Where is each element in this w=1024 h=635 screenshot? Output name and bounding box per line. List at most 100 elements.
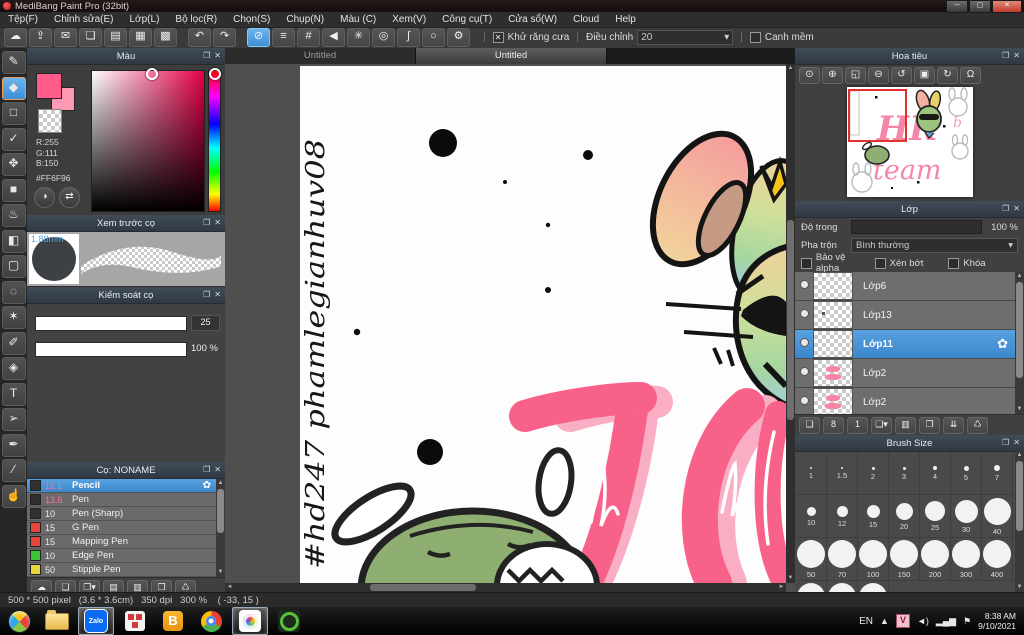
start-button[interactable] [2,608,36,634]
document-button[interactable]: ▤ [104,28,127,47]
move-tool[interactable]: ✥ [1,153,26,176]
palette-icon[interactable]: ◑ [34,187,55,208]
select-tool[interactable]: ▢ [1,255,26,278]
fill-rect-tool[interactable]: ■ [1,178,26,202]
no-correction-button[interactable]: ⊘ [247,28,270,47]
document-tab[interactable]: Untitled [225,48,416,64]
magic-wand-tool[interactable]: ✶ [1,306,26,329]
eraser-tool[interactable]: ◆ [1,76,26,100]
cross-ruler-button[interactable]: # [297,28,320,47]
add-layer-folder-button[interactable]: ❏▾ [871,416,892,434]
layer-settings-icon[interactable]: ✿ [997,336,1008,352]
text-tool[interactable]: T [1,382,26,406]
popout-icon[interactable]: ❐ [203,215,210,231]
merge-layer-button[interactable]: ⇊ [943,416,964,434]
b-app-button[interactable]: B [156,608,190,634]
close-icon[interactable]: ✕ [214,215,221,231]
document-tab[interactable]: Untitled [416,48,607,64]
popout-icon[interactable]: ❐ [203,48,210,64]
parallel-ruler-button[interactable]: ≡ [272,28,295,47]
material-button[interactable]: ▦ [129,28,152,47]
note-button[interactable]: ❏ [79,28,102,47]
lock-button[interactable]: Ω [960,66,981,84]
language-indicator[interactable]: EN [859,616,873,627]
brush-stipple-pen[interactable]: 50 Stipple Pen ✿ [27,563,225,577]
brush-size-cell[interactable]: 12 [827,495,858,538]
popout-icon[interactable]: ❐ [203,287,210,303]
scroll-left-icon[interactable]: ◄ [225,583,234,592]
chrome-button[interactable] [194,608,228,634]
brush-size-scrollbar[interactable]: ▲ ▼ [1015,451,1024,592]
zoom-actual-button[interactable]: ⊙ [799,66,820,84]
minimize-button[interactable]: ─ [946,0,968,13]
brush-size-cell[interactable] [858,581,889,592]
menu-item[interactable]: Chụp(N) [278,12,332,27]
canvas-horizontal-scrollbar[interactable]: ◄ ► [225,583,786,592]
close-icon[interactable]: ✕ [1013,48,1020,64]
explorer-button[interactable] [40,608,74,634]
layer-list-scrollbar[interactable]: ▲ ▼ [1015,272,1024,414]
artwork-canvas[interactable]: #hd247 phamlegianhuv08 [225,64,786,583]
menu-item[interactable]: Cửa sổ(W) [500,12,565,27]
reset-rotation-button[interactable]: ▣ [914,66,935,84]
zoom-out-button[interactable]: ⊖ [868,66,889,84]
popout-icon[interactable]: ❐ [1002,201,1009,217]
brush-size-header[interactable]: Brush Size ❐ ✕ [795,435,1024,452]
brush-size-cell[interactable]: 1.5 [827,452,858,495]
add-layer-button[interactable]: ❏ [799,416,820,434]
brush-size-cell[interactable]: 40 [982,495,1013,538]
brush-edge-pen[interactable]: 10 Edge Pen ✿ [27,549,225,563]
brush-size-cell[interactable]: 5 [951,452,982,495]
brush-tool[interactable]: ✎ [1,51,26,74]
hand-tool[interactable]: ☝ [1,484,26,508]
popout-icon[interactable]: ❐ [1002,435,1009,451]
brush-size-cell[interactable]: 70 [827,538,858,581]
green-app-button[interactable] [272,608,306,634]
add-1bit-layer-button[interactable]: 1 [847,416,868,434]
brush-size-cell[interactable]: 200 [920,538,951,581]
scroll-down-icon[interactable]: ▼ [786,574,795,583]
close-icon[interactable]: ✕ [1013,435,1020,451]
transparent-color-swatch[interactable] [38,109,62,133]
select-eraser-tool[interactable]: ◈ [1,357,26,380]
brush-size-cell[interactable]: 20 [889,495,920,538]
menu-item[interactable]: Chọn(S) [225,12,278,27]
close-icon[interactable]: ✕ [214,287,221,303]
network-signal-icon[interactable]: ▂▄▆ [936,616,956,627]
layer-folder-button[interactable]: ▥ [895,416,916,434]
brush-size-cell[interactable]: 150 [889,538,920,581]
swap-colors-icon[interactable]: ⇄ [59,187,80,208]
layers-header[interactable]: Lớp ❐ ✕ [795,201,1024,218]
brush-mapping-pen[interactable]: 15 Mapping Pen ✿ [27,535,225,549]
brush-size-cell[interactable]: 15 [858,495,889,538]
layer-opacity-slider[interactable] [851,220,982,234]
ruler-settings-button[interactable]: ⚙ [447,28,470,47]
undo-button[interactable]: ↶ [188,28,211,47]
brush-size-cell[interactable]: 4 [920,452,951,495]
layer-visibility-toggle[interactable] [795,280,813,292]
medibang-button[interactable] [232,607,268,635]
action-center-flag-icon[interactable]: ⚑ [963,616,971,627]
fit-window-button[interactable]: ◱ [845,66,866,84]
menu-item[interactable]: Bộ lọc(R) [167,12,225,27]
menu-item[interactable]: Lớp(L) [122,12,168,27]
ime-icon[interactable]: V [895,614,910,628]
scroll-right-icon[interactable]: ► [777,583,786,592]
lasso-tool[interactable]: ◌ [1,280,26,304]
brush-pencil[interactable]: 11.1 Pencil ✿ [27,479,225,493]
lock-checkbox[interactable] [948,257,960,269]
add-8bit-layer-button[interactable]: 8 [823,416,844,434]
concentric-ruler-button[interactable]: ◎ [372,28,395,47]
layer-visibility-toggle[interactable] [795,396,813,408]
redo-button[interactable]: ↷ [213,28,236,47]
menu-item[interactable]: Cloud [565,12,607,27]
brush-size-cell[interactable]: 100 [858,538,889,581]
scroll-up-icon[interactable]: ▲ [786,64,795,73]
layer-lop13[interactable]: Lớp13 ✿ [795,301,1024,330]
clock[interactable]: 8:38 AM 9/10/2021 [978,611,1016,631]
brush-size-cell[interactable] [827,581,858,592]
publish-button[interactable]: ⇪ [29,28,52,47]
layer-visibility-toggle[interactable] [795,367,813,379]
unikey-button[interactable] [118,608,152,634]
main-color-swatch[interactable] [36,73,62,99]
